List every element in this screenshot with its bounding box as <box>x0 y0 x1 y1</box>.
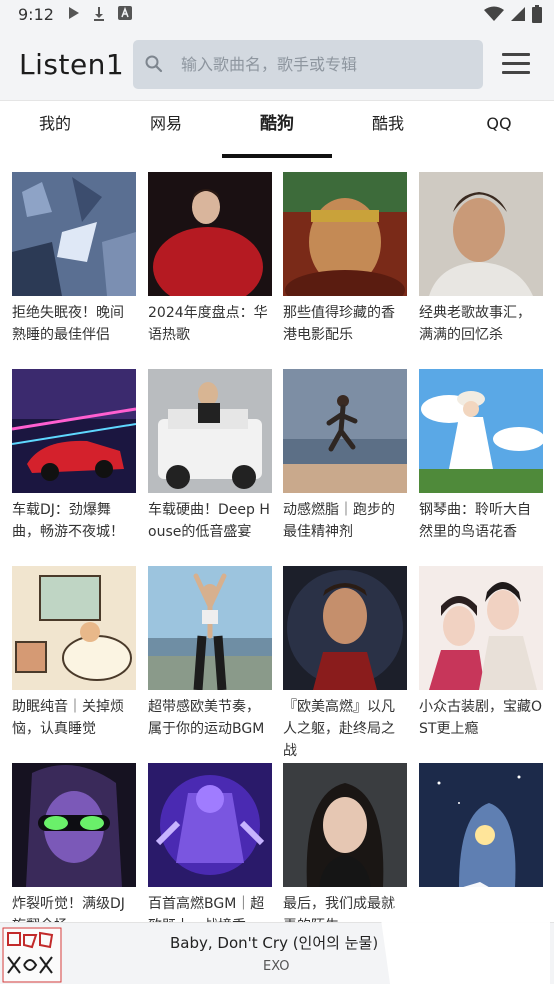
playlist-card[interactable]: 2024年度盘点：华语热歌 <box>148 172 272 346</box>
font-icon <box>118 6 132 20</box>
playlist-card[interactable]: 那些值得珍藏的香港电影配乐 <box>283 172 407 346</box>
playlist-cover <box>283 763 407 887</box>
playlist-cover <box>283 172 407 296</box>
playlist-cover <box>12 763 136 887</box>
playlist-title: 炸裂听觉！满级DJ旋翻全场 <box>12 896 125 922</box>
playlist-title: 钢琴曲：聆听大自然里的鸟语花香 <box>419 502 531 540</box>
playlist-card[interactable] <box>419 763 543 893</box>
playlist-title: 超带感欧美节奏，属于你的运动BGM <box>148 699 265 737</box>
battery-icon <box>532 5 542 23</box>
playlist-card[interactable]: 经典老歌故事汇，满满的回忆杀 <box>419 172 543 346</box>
search-input[interactable] <box>181 40 471 89</box>
playlist-card[interactable]: 车载硬曲！Deep House的低音盛宴 <box>148 369 272 543</box>
tab-mine[interactable]: 我的 <box>0 101 110 161</box>
playlist-cover <box>148 763 272 887</box>
playlist-cover <box>419 172 543 296</box>
playlist-cover <box>283 369 407 493</box>
playlist-card[interactable]: 拒绝失眠夜！晚间熟睡的最佳伴侣 <box>12 172 136 346</box>
app-header: Listen1 <box>0 30 554 100</box>
status-time: 9:12 <box>18 5 54 24</box>
playlist-cover <box>148 369 272 493</box>
search-box[interactable] <box>133 40 483 89</box>
now-playing-title: Baby, Don't Cry (인어의 눈물) <box>170 934 379 952</box>
playlist-cover <box>148 566 272 690</box>
playlist-cover <box>419 763 543 887</box>
playlist-title: 小众古装剧，宝藏OST更上瘾 <box>419 699 543 737</box>
menu-button[interactable] <box>500 50 532 78</box>
playlist-card[interactable]: 钢琴曲：聆听大自然里的鸟语花香 <box>419 369 543 543</box>
playlist-card[interactable]: 『欧美高燃』以凡人之躯，赴终局之战 <box>283 566 407 762</box>
notification-icons <box>68 6 132 22</box>
tab-qq[interactable]: QQ <box>444 101 554 161</box>
watermark-fade <box>370 923 554 984</box>
playlist-card[interactable]: 炸裂听觉！满级DJ旋翻全场 <box>12 763 136 922</box>
playlist-grid: 拒绝失眠夜！晚间熟睡的最佳伴侣 2024年度盘点：华语热歌 那些值得珍藏的香港电… <box>0 160 554 922</box>
playlist-title: 动感燃脂｜跑步的最佳精神剂 <box>283 502 395 540</box>
playlist-title: 『欧美高燃』以凡人之躯，赴终局之战 <box>283 699 395 759</box>
active-tab-indicator <box>222 154 332 158</box>
playlist-card[interactable]: 百首高燃BGM｜超致既上，战境乘 <box>148 763 272 922</box>
menu-icon <box>502 53 530 56</box>
playlist-card[interactable]: 动感燃脂｜跑步的最佳精神剂 <box>283 369 407 543</box>
playlist-title: 2024年度盘点：华语热歌 <box>148 305 268 343</box>
tab-netease[interactable]: 网易 <box>111 101 221 161</box>
playlist-title: 最后，我们成最就弄的陌生 <box>283 896 395 922</box>
play-icon <box>69 7 79 19</box>
playlist-card[interactable]: 小众古装剧，宝藏OST更上瘾 <box>419 566 543 740</box>
playlist-card[interactable]: 车载DJ：劲爆舞曲，畅游不夜城！ <box>12 369 136 543</box>
mini-player[interactable]: Baby, Don't Cry (인어의 눈물) EXO <box>0 922 554 984</box>
playlist-card[interactable]: 超带感欧美节奏，属于你的运动BGM <box>148 566 272 740</box>
source-tabs: 我的 网易 酷狗 酷我 QQ <box>0 100 554 160</box>
playlist-card[interactable]: 助眠纯音｜关掉烦恼，认真睡觉 <box>12 566 136 740</box>
playlist-cover <box>148 172 272 296</box>
playlist-card[interactable]: 最后，我们成最就弄的陌生 <box>283 763 407 922</box>
playlist-cover <box>12 172 136 296</box>
now-playing-cover <box>2 927 62 983</box>
playlist-cover <box>419 369 543 493</box>
now-playing-artist: EXO <box>263 959 290 974</box>
playlist-title: 那些值得珍藏的香港电影配乐 <box>283 305 395 343</box>
download-icon <box>94 7 104 21</box>
signal-icon <box>511 7 525 21</box>
playlist-title: 助眠纯音｜关掉烦恼，认真睡觉 <box>12 699 124 737</box>
status-bar: 9:12 <box>0 0 554 30</box>
playlist-cover <box>419 566 543 690</box>
playlist-cover <box>12 566 136 690</box>
app-title: Listen1 <box>19 48 125 81</box>
tab-kuwo[interactable]: 酷我 <box>333 101 443 161</box>
playlist-cover <box>12 369 136 493</box>
playlist-title: 拒绝失眠夜！晚间熟睡的最佳伴侣 <box>12 305 124 343</box>
wifi-icon <box>484 6 504 21</box>
playlist-title: 车载硬曲！Deep House的低音盛宴 <box>148 502 270 540</box>
tab-kugou[interactable]: 酷狗 <box>222 101 332 161</box>
search-icon <box>145 55 163 73</box>
playlist-title: 经典老歌故事汇，满满的回忆杀 <box>419 305 531 343</box>
playlist-title: 百首高燃BGM｜超致既上，战境乘 <box>148 896 265 922</box>
system-icons <box>484 5 542 23</box>
playlist-title: 车载DJ：劲爆舞曲，畅游不夜城！ <box>12 502 124 540</box>
playlist-cover <box>283 566 407 690</box>
